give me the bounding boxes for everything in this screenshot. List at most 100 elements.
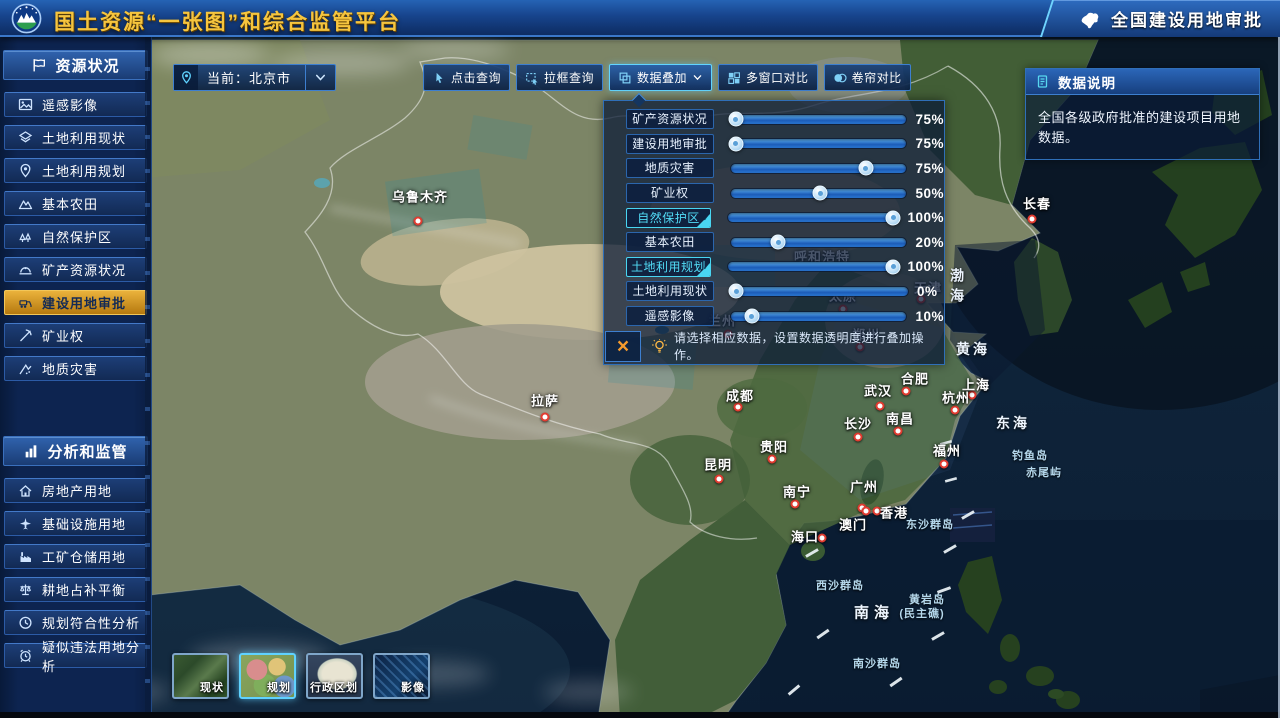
sidebar-item-label: 房地产用地	[42, 481, 112, 500]
overlay-tip-text: 请选择相应数据，设置数据透明度进行叠加操作。	[674, 329, 944, 363]
flag-map-icon	[31, 57, 47, 73]
opacity-value: 75%	[915, 161, 944, 176]
sidebar-item-suspected-illegal-land-analysis[interactable]: 疑似违法用地分析	[4, 643, 147, 668]
trees-icon	[18, 229, 33, 244]
layer-toggle-chip[interactable]: 自然保护区	[626, 208, 711, 228]
basemap-thumb-xianzhuang[interactable]: 现状	[172, 653, 229, 699]
opacity-slider-track[interactable]	[731, 287, 908, 296]
selected-corner-check	[697, 263, 710, 276]
sidebar-item-construction-land-approval[interactable]: 建设用地审批	[4, 290, 147, 315]
opacity-slider-handle[interactable]	[728, 112, 743, 127]
opacity-slider-track[interactable]	[728, 262, 899, 271]
opacity-slider-handle[interactable]	[858, 161, 873, 176]
sidebar-item-land-use-planning[interactable]: 土地利用规划	[4, 158, 147, 183]
sidebar-item-label: 矿产资源状况	[42, 260, 126, 279]
basemap-thumb-guihua[interactable]: 规划	[239, 653, 296, 699]
sidebar-item-remote-sensing-image[interactable]: 遥感影像	[4, 92, 147, 117]
layer-row: 建设用地审批 75%	[604, 132, 944, 157]
opacity-slider-handle[interactable]	[886, 259, 901, 274]
app-header: 国土资源“一张图”和综合监管平台 全国建设用地审批	[0, 0, 1280, 37]
curtain-compare-button[interactable]: 卷帘对比	[824, 64, 911, 91]
layer-row: 基本农田20%	[604, 230, 944, 255]
layer-toggle-chip[interactable]: 矿业权	[626, 183, 714, 203]
section-title: 分析和监管	[47, 441, 127, 462]
current-module-tab[interactable]: 全国建设用地审批	[1040, 0, 1280, 37]
land-layers-icon	[18, 130, 33, 145]
layer-toggle-chip[interactable]: 遥感影像	[626, 306, 714, 326]
box-query-button[interactable]: 拉框查询	[516, 64, 603, 91]
chevron-down-icon	[692, 72, 703, 83]
data-description-header: 数据说明	[1026, 69, 1259, 95]
sidebar-item-farmland-balance[interactable]: 耕地占补平衡	[4, 577, 147, 602]
sidebar-item-label: 遥感影像	[42, 95, 98, 114]
layer-toggle-chip[interactable]: 基本农田	[626, 232, 714, 252]
opacity-slider-track[interactable]	[731, 238, 907, 247]
click-query-button[interactable]: 点击查询	[423, 64, 510, 91]
sidebar-item-label: 耕地占补平衡	[42, 580, 126, 599]
sidebar-item-geological-hazard[interactable]: 地质灾害	[4, 356, 147, 381]
basemap-thumb-label: 行政区划	[310, 679, 358, 695]
opacity-slider-handle[interactable]	[744, 309, 759, 324]
multi-window-compare-button[interactable]: 多窗口对比	[718, 64, 818, 91]
basemap-thumb-yingxiang[interactable]: 影像	[373, 653, 430, 699]
opacity-slider-track[interactable]	[731, 115, 907, 124]
layer-toggle-chip[interactable]: 土地利用规划	[626, 257, 711, 277]
opacity-slider-track[interactable]	[728, 213, 899, 222]
opacity-slider-handle[interactable]	[728, 136, 743, 151]
mountain-icon	[18, 196, 33, 211]
sidebar-item-infrastructure-land[interactable]: 基础设施用地	[4, 511, 147, 536]
selected-corner-check	[697, 214, 710, 227]
close-button[interactable]: ×	[605, 331, 641, 362]
opacity-slider-track[interactable]	[731, 139, 907, 148]
layer-toggle-chip[interactable]: 矿产资源状况	[626, 109, 714, 129]
opacity-slider-handle[interactable]	[813, 186, 828, 201]
layer-row: 地质灾害 75%	[604, 156, 944, 181]
layer-toggle-chip[interactable]: 建设用地审批	[626, 134, 714, 154]
map-pin-icon	[18, 163, 33, 178]
section-header-1: 分析和监管	[3, 436, 148, 466]
opacity-value: 0%	[917, 284, 938, 299]
cursor-pointer-icon	[432, 71, 446, 85]
layer-toggle-chip[interactable]: 地质灾害	[626, 158, 714, 178]
layers-icon	[618, 71, 632, 85]
sidebar-item-label: 自然保护区	[42, 227, 112, 246]
opacity-slider-track[interactable]	[731, 189, 907, 198]
chevron-down-icon[interactable]	[305, 65, 335, 90]
location-pin-icon	[174, 65, 198, 90]
opacity-slider-track[interactable]	[731, 312, 907, 321]
opacity-value: 10%	[915, 309, 944, 324]
sidebar-item-label: 工矿仓储用地	[42, 547, 126, 566]
layer-row: 土地利用规划100%	[604, 255, 944, 280]
sidebar-item-planning-compliance-analysis[interactable]: 规划符合性分析	[4, 610, 147, 635]
sidebar-item-industrial-storage-land[interactable]: 工矿仓储用地	[4, 544, 147, 569]
sidebar-item-mineral-resources[interactable]: 矿产资源状况	[4, 257, 147, 282]
data-overlay-button[interactable]: 数据叠加	[609, 64, 712, 91]
layer-opacity-list: 矿产资源状况75%建设用地审批75%地质灾害75%矿业权50%自然保护区100%…	[604, 107, 944, 328]
clock-icon	[18, 615, 33, 630]
opacity-slider-track[interactable]	[731, 164, 907, 173]
opacity-value: 75%	[915, 136, 944, 151]
sidebar-item-basic-farmland[interactable]: 基本农田	[4, 191, 147, 216]
opacity-value: 100%	[907, 210, 944, 225]
tool-button-label: 多窗口对比	[746, 69, 809, 86]
pickaxe-icon	[18, 328, 33, 343]
opacity-slider-handle[interactable]	[771, 235, 786, 250]
current-module-label: 全国建设用地审批	[1111, 6, 1263, 31]
bottom-edge	[0, 712, 1280, 718]
region-selector[interactable]: 当前：北京市	[173, 64, 336, 91]
sidebar-item-nature-reserve[interactable]: 自然保护区	[4, 224, 147, 249]
sidebar-item-mining-rights[interactable]: 矿业权	[4, 323, 147, 348]
landslide-icon	[18, 361, 33, 376]
sidebar-item-label: 基础设施用地	[42, 514, 126, 533]
tool-button-label: 拉框查询	[544, 69, 594, 86]
layer-toggle-chip[interactable]: 土地利用现状	[626, 281, 714, 301]
sidebar-item-land-use-current[interactable]: 土地利用现状	[4, 125, 147, 150]
basemap-switcher: 现状规划行政区划影像	[172, 653, 430, 699]
opacity-slider-handle[interactable]	[886, 210, 901, 225]
basemap-thumb-label: 现状	[200, 679, 224, 695]
bar-chart-icon	[23, 443, 39, 459]
sidebar-item-real-estate-land[interactable]: 房地产用地	[4, 478, 147, 503]
opacity-slider-handle[interactable]	[729, 284, 744, 299]
section-header-0: 资源状况	[3, 50, 148, 80]
basemap-thumb-xingzheng[interactable]: 行政区划	[306, 653, 363, 699]
